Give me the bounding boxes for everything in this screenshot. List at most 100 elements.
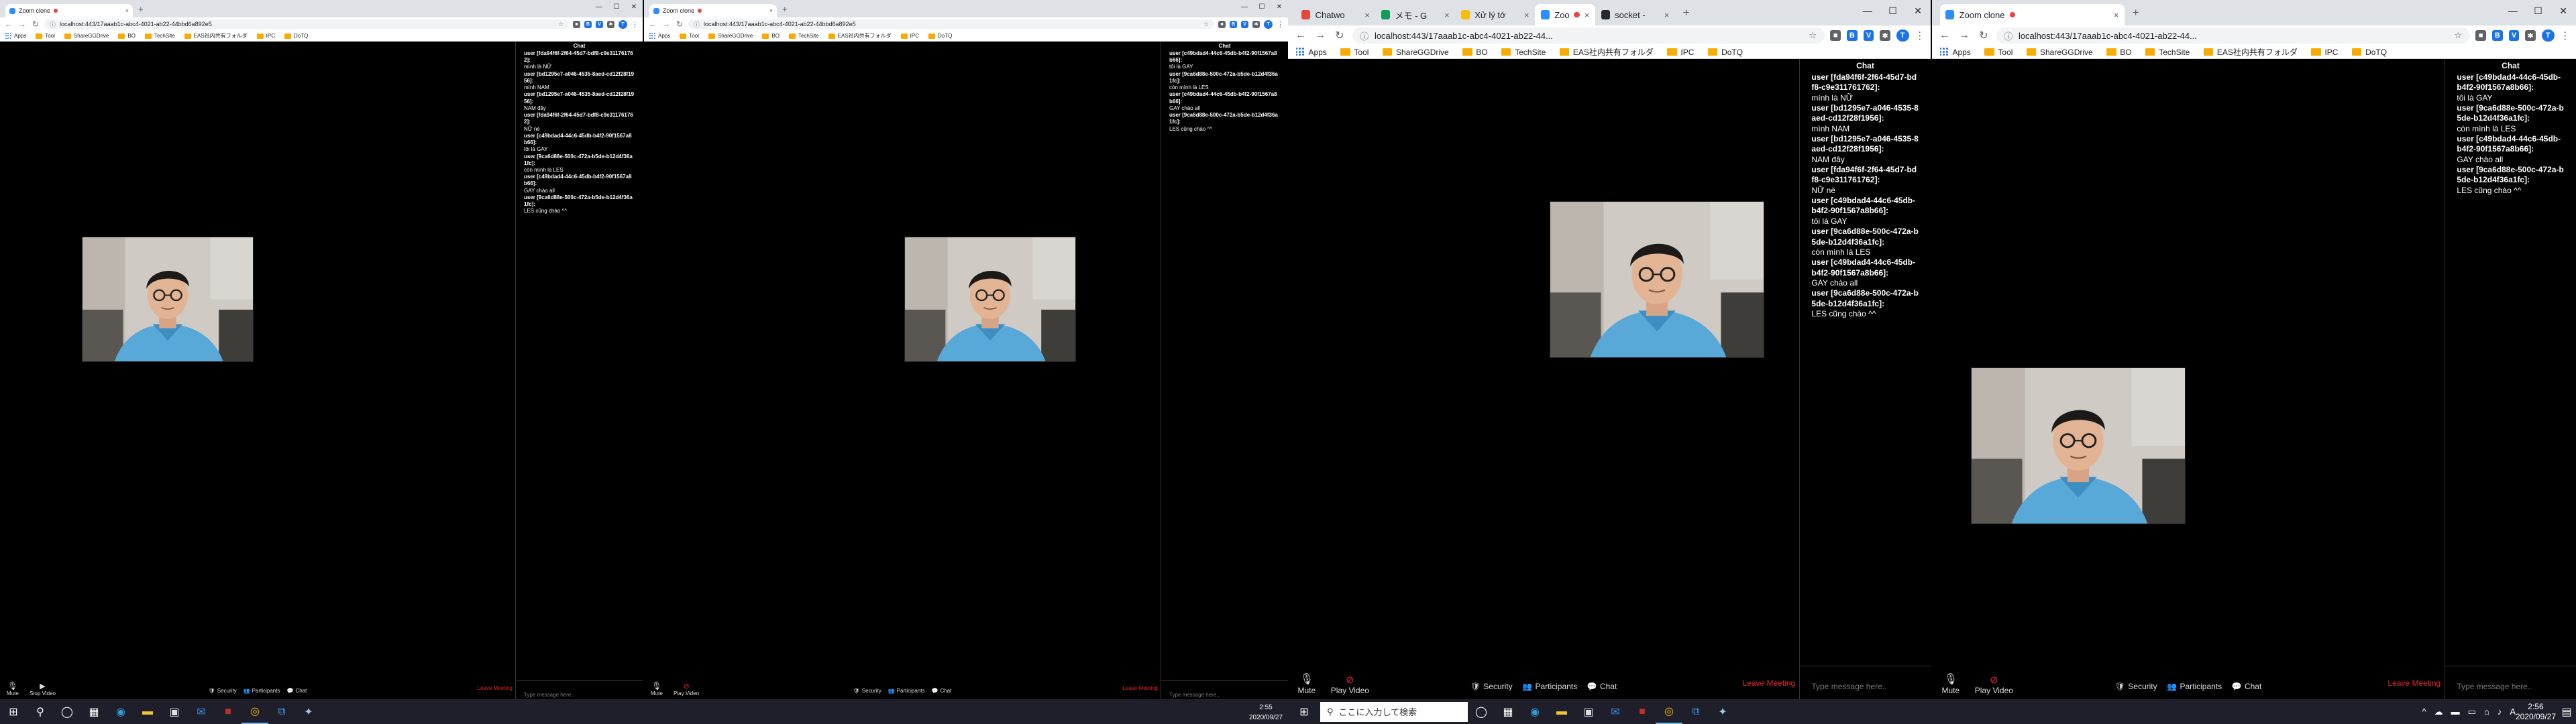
- app-red-icon[interactable]: ■: [1629, 699, 1656, 724]
- forward-button[interactable]: →: [661, 19, 671, 29]
- browser-tab[interactable]: Xử lý tớ ×: [1455, 4, 1535, 25]
- address-bar[interactable]: ⓘ localhost:443/17aaab1c-abc4-4021-ab22-4…: [1996, 27, 2470, 44]
- browser-tab[interactable]: メモ - G ×: [1375, 4, 1455, 25]
- close-tab-icon[interactable]: ×: [1664, 10, 1670, 20]
- leave-meeting-button[interactable]: Leave Meeting: [2387, 678, 2440, 688]
- extension-b-icon[interactable]: B: [1230, 20, 1237, 28]
- browser-tab[interactable]: socket - ×: [1595, 4, 1675, 25]
- taskbar-clock[interactable]: 2:56 2020/09/27: [2516, 702, 2556, 722]
- chat-button[interactable]: 💬 Chat: [2232, 682, 2262, 691]
- maximize-button[interactable]: ☐: [608, 0, 625, 13]
- maximize-button[interactable]: ☐: [1253, 0, 1271, 13]
- tray-chevron-icon[interactable]: ^: [2422, 707, 2426, 717]
- camera-icon[interactable]: ■: [1218, 20, 1226, 28]
- security-button[interactable]: 🛡 Security: [853, 688, 881, 694]
- browser-tab[interactable]: Zoom clone ×: [5, 4, 133, 17]
- profile-avatar[interactable]: T: [619, 19, 627, 29]
- notifications-icon[interactable]: ▤: [2557, 699, 2576, 724]
- ime-indicator[interactable]: A: [2510, 707, 2516, 717]
- edge-icon[interactable]: ◉: [1521, 699, 1548, 724]
- extensions-puzzle-icon[interactable]: ✱: [2525, 30, 2536, 41]
- bookmark-folder[interactable]: DoTQ: [284, 33, 308, 39]
- search-icon[interactable]: ⚲: [27, 699, 54, 724]
- start-button[interactable]: ⊞: [1288, 699, 1320, 724]
- security-button[interactable]: 🛡 Security: [2115, 682, 2157, 691]
- camera-icon[interactable]: ■: [1830, 30, 1841, 41]
- mute-button[interactable]: 🎙 Mute: [651, 681, 663, 697]
- reload-button[interactable]: ↻: [1977, 29, 1990, 42]
- minimize-button[interactable]: —: [1855, 0, 1880, 21]
- address-bar[interactable]: ⓘ localhost:443/17aaab1c-abc4-4021-ab22-4…: [688, 19, 1214, 29]
- bookmark-apps[interactable]: Apps: [649, 33, 670, 39]
- bookmark-folder[interactable]: DoTQ: [2351, 48, 2387, 57]
- mute-button[interactable]: 🎙 Mute: [1298, 672, 1316, 695]
- address-bar[interactable]: ⓘ localhost:443/17aaab1c-abc4-4021-ab22-4…: [1352, 27, 1825, 44]
- info-icon[interactable]: ⓘ: [2004, 29, 2012, 42]
- app-bird-icon[interactable]: ✦: [1709, 699, 1736, 724]
- minimize-button[interactable]: —: [2500, 0, 2526, 21]
- close-window-button[interactable]: ✕: [625, 0, 643, 13]
- bookmark-folder[interactable]: BO: [762, 33, 780, 39]
- close-tab-icon[interactable]: ×: [1444, 10, 1450, 20]
- new-tab-button[interactable]: +: [2125, 6, 2147, 19]
- video-toggle-button[interactable]: ▶ Stop Video: [30, 682, 56, 697]
- bookmark-folder[interactable]: EAS社内共有フォルダ: [828, 32, 892, 40]
- bookmark-folder[interactable]: DoTQ: [928, 33, 952, 39]
- task-view-icon[interactable]: ▦: [1495, 699, 1521, 724]
- tray-folder-icon[interactable]: ▬: [2451, 707, 2460, 717]
- browser-tab[interactable]: Zoom clone ×: [649, 4, 777, 17]
- chat-button[interactable]: 💬 Chat: [931, 688, 951, 694]
- explorer-icon[interactable]: ▬: [1548, 699, 1575, 724]
- bookmark-folder[interactable]: IPC: [2311, 48, 2338, 57]
- close-window-button[interactable]: ✕: [2551, 0, 2576, 21]
- chat-button[interactable]: 💬 Chat: [286, 688, 307, 694]
- bookmark-star-icon[interactable]: ☆: [558, 21, 564, 28]
- extension-v-icon[interactable]: V: [1863, 30, 1874, 41]
- taskbar-clock[interactable]: 2:55 2020/09/27: [1249, 703, 1283, 723]
- mute-button[interactable]: 🎙 Mute: [7, 681, 19, 697]
- close-tab-icon[interactable]: ×: [1364, 10, 1370, 20]
- chrome-menu-icon[interactable]: ⋮: [1277, 20, 1284, 29]
- forward-button[interactable]: →: [1957, 29, 1971, 42]
- bookmark-folder[interactable]: IPC: [256, 33, 275, 39]
- tray-volume-icon[interactable]: ♪: [2498, 707, 2502, 717]
- chrome-menu-icon[interactable]: ⋮: [1915, 29, 1925, 42]
- bookmark-folder[interactable]: ShareGGDrive: [1382, 48, 1449, 57]
- widgets-icon[interactable]: ▦: [80, 699, 107, 724]
- tray-network-icon[interactable]: ⌂: [2484, 707, 2489, 717]
- bookmark-folder[interactable]: ShareGGDrive: [2026, 48, 2093, 57]
- cortana-icon[interactable]: ◯: [1468, 699, 1495, 724]
- profile-avatar[interactable]: T: [1896, 29, 1909, 42]
- reload-button[interactable]: ↻: [31, 19, 40, 29]
- bookmark-folder[interactable]: TechSite: [1501, 48, 1546, 57]
- browser-tab[interactable]: Zoo ×: [1535, 4, 1596, 25]
- mail-icon[interactable]: ✉: [1602, 699, 1629, 724]
- tray-cloud-icon[interactable]: ☁: [2434, 707, 2443, 717]
- store-icon[interactable]: ▣: [161, 699, 188, 724]
- taskbar-search-box[interactable]: ⚲ ここに入力して検索: [1320, 701, 1468, 722]
- close-tab-icon[interactable]: ×: [1585, 10, 1590, 20]
- security-button[interactable]: 🛡 Security: [209, 688, 237, 694]
- extensions-puzzle-icon[interactable]: ✱: [607, 20, 614, 28]
- chat-message-input[interactable]: Type message here..: [516, 680, 643, 699]
- bookmark-folder[interactable]: BO: [118, 33, 136, 39]
- back-button[interactable]: ←: [1938, 29, 1951, 42]
- minimize-button[interactable]: —: [1236, 0, 1253, 13]
- camera-icon[interactable]: ■: [2475, 30, 2487, 41]
- bookmark-folder[interactable]: Tool: [680, 33, 699, 39]
- close-window-button[interactable]: ✕: [1271, 0, 1288, 13]
- close-window-button[interactable]: ✕: [1905, 0, 1931, 21]
- chrome-icon[interactable]: ◎: [241, 699, 268, 724]
- info-icon[interactable]: ⓘ: [50, 20, 56, 29]
- extensions-puzzle-icon[interactable]: ✱: [1880, 30, 1891, 41]
- bookmark-folder[interactable]: Tool: [1984, 48, 2012, 57]
- new-tab-button[interactable]: +: [1675, 6, 1697, 19]
- profile-avatar[interactable]: T: [1264, 19, 1273, 29]
- bookmark-star-icon[interactable]: ☆: [2454, 30, 2462, 41]
- bookmark-folder[interactable]: TechSite: [2145, 48, 2190, 57]
- video-toggle-button[interactable]: ⊘ Play Video: [674, 682, 699, 697]
- bookmark-star-icon[interactable]: ☆: [1809, 30, 1817, 41]
- reload-button[interactable]: ↻: [675, 19, 684, 29]
- tray-battery-icon[interactable]: ▭: [2468, 707, 2476, 717]
- extension-v-icon[interactable]: V: [1241, 20, 1248, 28]
